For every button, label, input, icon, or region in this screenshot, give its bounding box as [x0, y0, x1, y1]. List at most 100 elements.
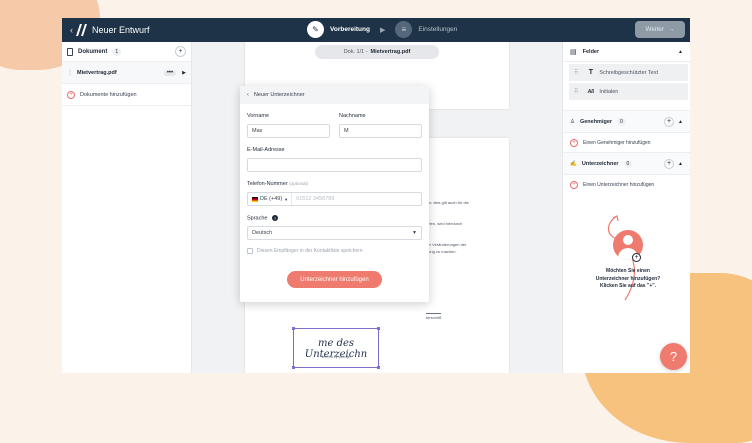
first-name-label: Vorname	[247, 113, 270, 119]
document-item[interactable]: ⋮ Mietvertrag.pdf ••• ▶	[62, 62, 191, 84]
country-code-select[interactable]: DE (+49) ▼	[252, 193, 293, 205]
email-field[interactable]	[247, 158, 422, 172]
step-preparation[interactable]: Vorbereitung	[330, 26, 370, 33]
resize-handle[interactable]	[377, 366, 380, 369]
document-name: Mietvertrag.pdf	[77, 69, 117, 76]
chevron-down-icon: ▼	[284, 196, 289, 202]
plus-circle-icon: +	[67, 90, 75, 99]
germany-flag-icon	[252, 196, 258, 202]
initials-icon: Aß	[587, 88, 595, 95]
approvers-title: Genehmiger	[579, 118, 613, 125]
help-button[interactable]: ?	[660, 343, 687, 370]
approvers-count: 0	[617, 117, 626, 126]
language-label: Sprache ?	[247, 215, 279, 222]
help-icon[interactable]: ?	[272, 215, 279, 221]
save-contact-option[interactable]: Diesen Empfänger in der Kontaktliste spe…	[247, 248, 363, 254]
first-name-value: Max	[252, 128, 263, 134]
resize-handle[interactable]	[377, 327, 380, 330]
app-logo	[76, 23, 88, 37]
dialog-title: Neuer Unterzeichner	[253, 92, 305, 98]
add-signer-link[interactable]: + Einen Unterzeichner hinzufügen	[563, 174, 690, 194]
arrow-right-icon: →	[668, 26, 675, 33]
more-options-icon[interactable]: •••	[163, 69, 177, 76]
text-icon: T	[588, 69, 594, 76]
add-approver-icon[interactable]: +	[664, 116, 675, 127]
last-name-value: M	[344, 128, 349, 134]
chevron-right-icon: ▶	[379, 26, 386, 34]
language-select[interactable]: Deutsch ▼	[247, 226, 422, 240]
approvers-section-header[interactable]: ♙ Genehmiger 0 + ▲	[563, 110, 690, 132]
signature-verified-label: verified by yousign	[321, 355, 351, 359]
fields-header[interactable]: ▤ Felder ▲	[563, 42, 690, 62]
signer-icon: ✍	[570, 160, 577, 167]
caret-right-icon[interactable]: ▶	[182, 70, 186, 76]
document-icon	[67, 47, 73, 56]
field-initials[interactable]: ⠿ Aß Initialen	[569, 83, 688, 100]
page-text: terschrift	[426, 313, 442, 320]
chevron-up-icon[interactable]: ▲	[678, 49, 683, 55]
phone-placeholder: 01512 3456789	[296, 196, 335, 202]
save-contact-checkbox[interactable]	[247, 248, 253, 254]
field-label: Schreibgeschützter Text	[599, 69, 659, 76]
add-approver-link[interactable]: + Einen Genehmiger hinzufügen	[563, 132, 690, 152]
plus-circle-icon: +	[570, 138, 578, 147]
add-signer-icon[interactable]: +	[664, 158, 675, 169]
add-documents-label: Dokumente hinzufügen	[80, 91, 137, 98]
phone-optional-label: (optional)	[289, 181, 308, 186]
drag-handle-icon[interactable]: ⠿	[574, 69, 578, 76]
add-signer-hint: + Möchten Sie einen Unterzeichner hinzuf…	[593, 230, 663, 291]
document-edit-icon[interactable]: ✎	[307, 21, 324, 38]
next-button[interactable]: Weiter →	[635, 21, 685, 38]
field-label: Initialen	[599, 88, 619, 95]
chevron-up-icon[interactable]: ▲	[678, 119, 683, 125]
add-document-icon[interactable]: +	[175, 46, 186, 57]
add-approver-label: Einen Genehmiger hinzufügen	[583, 139, 651, 146]
back-chevron-icon[interactable]: ‹	[247, 92, 249, 98]
step-settings[interactable]: Einstellungen	[418, 26, 457, 33]
next-button-label: Weiter	[645, 26, 665, 33]
save-contact-label: Diesen Empfänger in der Kontaktliste spe…	[257, 248, 363, 254]
page-text: form; dies gilt auch für die	[423, 200, 469, 205]
top-bar: ‹ Neuer Entwurf ✎ Vorbereitung ▶ ≡ Einst…	[62, 18, 690, 42]
hint-text: Möchten Sie einen Unterzeichner hinzufüg…	[595, 268, 661, 289]
step-navigation: ✎ Vorbereitung ▶ ≡ Einstellungen	[307, 21, 457, 38]
plus-icon: +	[632, 253, 641, 262]
signers-section-header[interactable]: ✍ Unterzeichner 0 + ▲	[563, 152, 690, 174]
phone-field[interactable]: DE (+49) ▼ 01512 3456789	[247, 192, 422, 206]
resize-handle[interactable]	[292, 327, 295, 330]
phone-label-text: Telefon-Nummer	[247, 181, 288, 187]
fields-title: Felder	[582, 48, 600, 55]
language-label-text: Sprache	[247, 215, 268, 222]
document-icon: ▤	[570, 48, 577, 56]
doc-pill-name: Mietvertrag.pdf	[370, 49, 411, 55]
chevron-down-icon: ▼	[412, 230, 417, 236]
add-signer-button[interactable]: Unterzeichner hinzufügen	[287, 271, 382, 288]
drag-handle-icon[interactable]: ⋮	[67, 69, 73, 76]
back-arrow-icon[interactable]: ‹	[70, 25, 73, 35]
settings-icon[interactable]: ≡	[395, 21, 413, 38]
field-readonly-text[interactable]: ⠿ T Schreibgeschützter Text	[569, 64, 688, 81]
documents-title: Dokument	[78, 48, 108, 55]
first-name-field[interactable]: Max	[247, 124, 330, 138]
add-signer-label: Einen Unterzeichner hinzufügen	[583, 181, 655, 188]
language-value: Deutsch	[252, 230, 273, 236]
chevron-up-icon[interactable]: ▲	[678, 161, 683, 167]
phone-label: Telefon-Nummer (optional)	[247, 181, 308, 187]
fields-panel: ▤ Felder ▲ ⠿ T Schreibgeschützter Text ⠿…	[562, 42, 690, 373]
documents-header: Dokument 1 +	[62, 42, 191, 62]
signers-count: 0	[623, 159, 633, 168]
approver-icon: ♙	[570, 118, 575, 125]
signature-field[interactable]: me des Unterzeichn verified by yousign	[292, 327, 380, 369]
add-documents-link[interactable]: + Dokumente hinzufügen	[62, 84, 191, 106]
email-label: E-Mail-Adresse	[247, 147, 285, 153]
country-code-value: DE (+49)	[260, 196, 283, 202]
documents-panel: Dokument 1 + ⋮ Mietvertrag.pdf ••• ▶ + D…	[62, 42, 192, 373]
last-name-field[interactable]: M	[339, 124, 422, 138]
documents-count: 1	[112, 47, 122, 56]
draft-title[interactable]: Neuer Entwurf	[92, 25, 150, 35]
new-signer-dialog: ‹ Neuer Unterzeichner Vorname Max Nachna…	[240, 86, 429, 302]
last-name-label: Nachname	[339, 113, 366, 119]
resize-handle[interactable]	[292, 366, 295, 369]
drag-handle-icon[interactable]: ⠿	[574, 88, 578, 95]
signers-title: Unterzeichner	[581, 160, 619, 167]
